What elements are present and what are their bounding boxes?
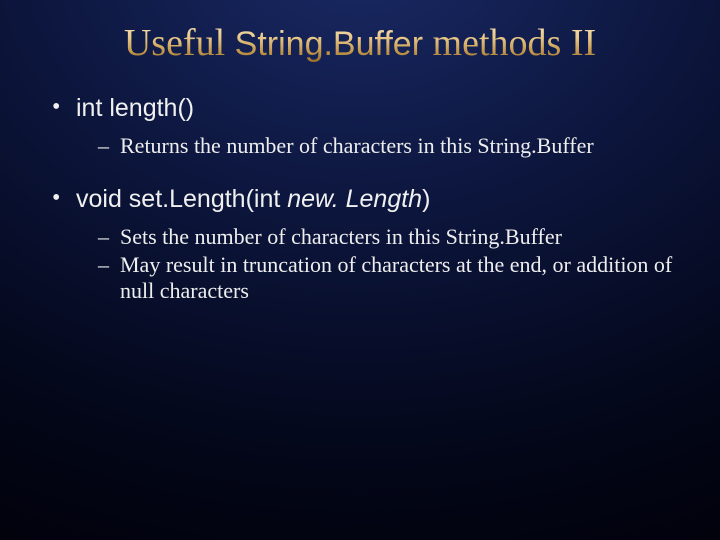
sig-italic: new. Length <box>287 185 422 213</box>
title-post: methods II <box>423 22 596 64</box>
method-signature: void set.Length(int new. Length) <box>76 185 430 213</box>
sig-prefix: void set.Length(int <box>76 185 287 213</box>
method-signature: int length() <box>76 94 194 122</box>
sub-list: Sets the number of characters in this St… <box>76 224 680 304</box>
bullet-list: int length() Returns the number of chara… <box>40 94 680 304</box>
sub-list: Returns the number of characters in this… <box>76 133 680 159</box>
slide-title: Useful String.Buffer methods II <box>40 22 680 66</box>
bullet-item: int length() Returns the number of chara… <box>48 94 680 159</box>
sub-item: Sets the number of characters in this St… <box>98 224 680 250</box>
sub-item: Returns the number of characters in this… <box>98 133 680 159</box>
sub-item: May result in truncation of characters a… <box>98 252 680 304</box>
title-code: String.Buffer <box>235 25 423 63</box>
slide: Useful String.Buffer methods II int leng… <box>0 0 720 540</box>
sig-prefix: int length() <box>76 94 194 122</box>
sig-suffix: ) <box>422 185 430 213</box>
title-pre: Useful <box>124 22 235 64</box>
bullet-item: void set.Length(int new. Length) Sets th… <box>48 185 680 304</box>
